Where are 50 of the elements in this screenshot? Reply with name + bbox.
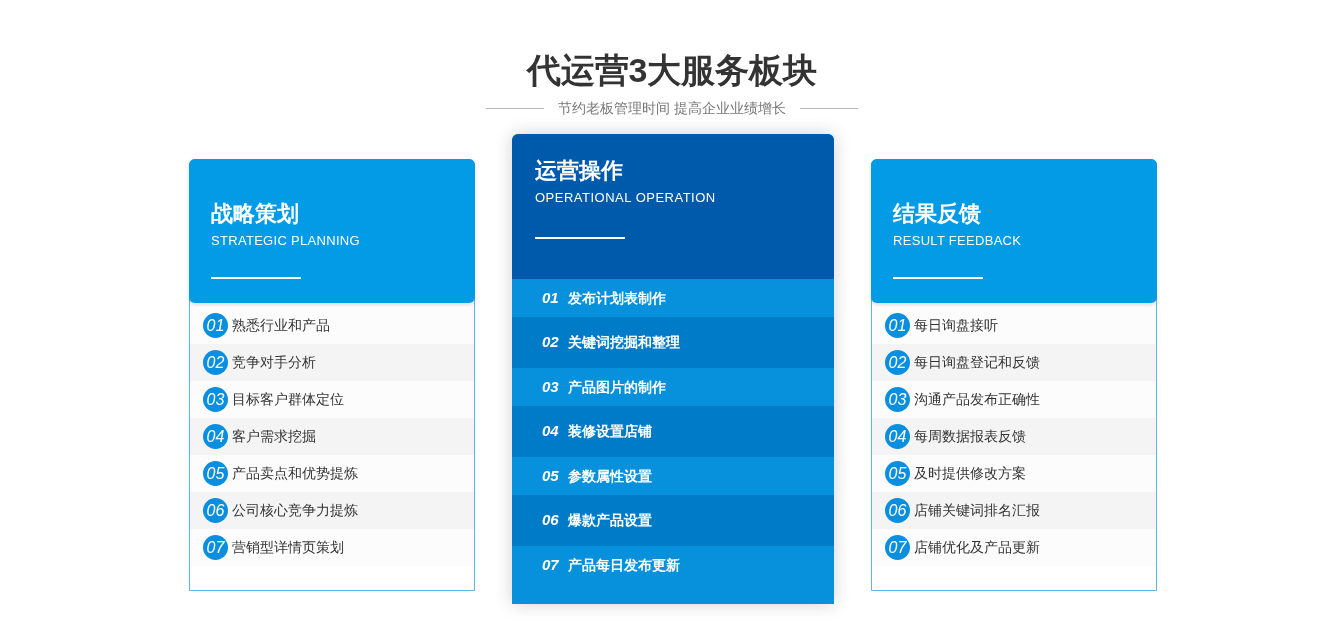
item-number: 05 xyxy=(542,465,559,486)
number-badge: 01 xyxy=(885,313,910,338)
number-badge: 06 xyxy=(885,498,910,523)
number-badge: 06 xyxy=(203,498,228,523)
list-item-text: 装修设置店铺 xyxy=(567,422,652,441)
number-badge: 04 xyxy=(203,424,228,449)
section-title: 代运营3大服务板块 xyxy=(526,50,818,91)
item-number: 03 xyxy=(542,376,559,397)
item-number: 07 xyxy=(542,554,559,575)
card-title: 结果反馈 xyxy=(893,200,982,228)
number-badge: 03 xyxy=(203,387,228,412)
list-item-text: 每日询盘接听 xyxy=(914,316,998,335)
list-item-text: 竞争对手分析 xyxy=(232,353,316,372)
list-item-text: 沟通产品发布正确性 xyxy=(914,390,1040,409)
card-subtitle: STRATEGIC PLANNING xyxy=(211,232,361,250)
list-item-text: 每周数据报表反馈 xyxy=(914,427,1026,446)
number-badge: 03 xyxy=(885,387,910,412)
list-item-text: 产品卖点和优势提炼 xyxy=(232,464,358,483)
list-item-text: 产品图片的制作 xyxy=(567,377,666,397)
number-badge: 07 xyxy=(203,535,228,560)
list-item-text: 爆款产品设置 xyxy=(567,511,652,530)
list-item-text: 熟悉行业和产品 xyxy=(232,316,330,335)
list-item-text: 产品每日发布更新 xyxy=(567,555,680,575)
list-item-text: 每日询盘登记和反馈 xyxy=(914,353,1040,372)
list-item-text: 发布计划表制作 xyxy=(567,288,666,308)
item-number: 01 xyxy=(542,287,559,308)
list-item-text: 公司核心竞争力提炼 xyxy=(232,501,358,520)
card-title: 战略策划 xyxy=(211,200,300,228)
card-subtitle: OPERATIONAL OPERATION xyxy=(535,189,717,207)
number-badge: 01 xyxy=(203,313,228,338)
list-item-text: 关键词挖掘和整理 xyxy=(567,333,680,352)
number-badge: 04 xyxy=(885,424,910,449)
list-item-text: 参数属性设置 xyxy=(567,466,652,486)
list-item-text: 目标客户群体定位 xyxy=(232,390,344,409)
number-badge: 05 xyxy=(885,461,910,486)
number-badge: 07 xyxy=(885,535,910,560)
item-number: 06 xyxy=(542,510,559,531)
list-item-text: 客户需求挖掘 xyxy=(232,427,316,446)
list-item-text: 店铺优化及产品更新 xyxy=(914,538,1040,557)
list-item-text: 及时提供修改方案 xyxy=(914,464,1026,483)
list-item-text: 营销型详情页策划 xyxy=(232,538,344,557)
item-number: 02 xyxy=(542,332,559,353)
card-subtitle: RESULT FEEDBACK xyxy=(893,232,1023,250)
item-number: 04 xyxy=(542,421,559,442)
section-subtitle: 节约老板管理时间 提高企业业绩增长 xyxy=(558,99,786,118)
number-badge: 02 xyxy=(885,350,910,375)
number-badge: 05 xyxy=(203,461,228,486)
list-item-text: 店铺关键词排名汇报 xyxy=(914,501,1040,520)
card-title: 运营操作 xyxy=(535,157,624,185)
number-badge: 02 xyxy=(203,350,228,375)
